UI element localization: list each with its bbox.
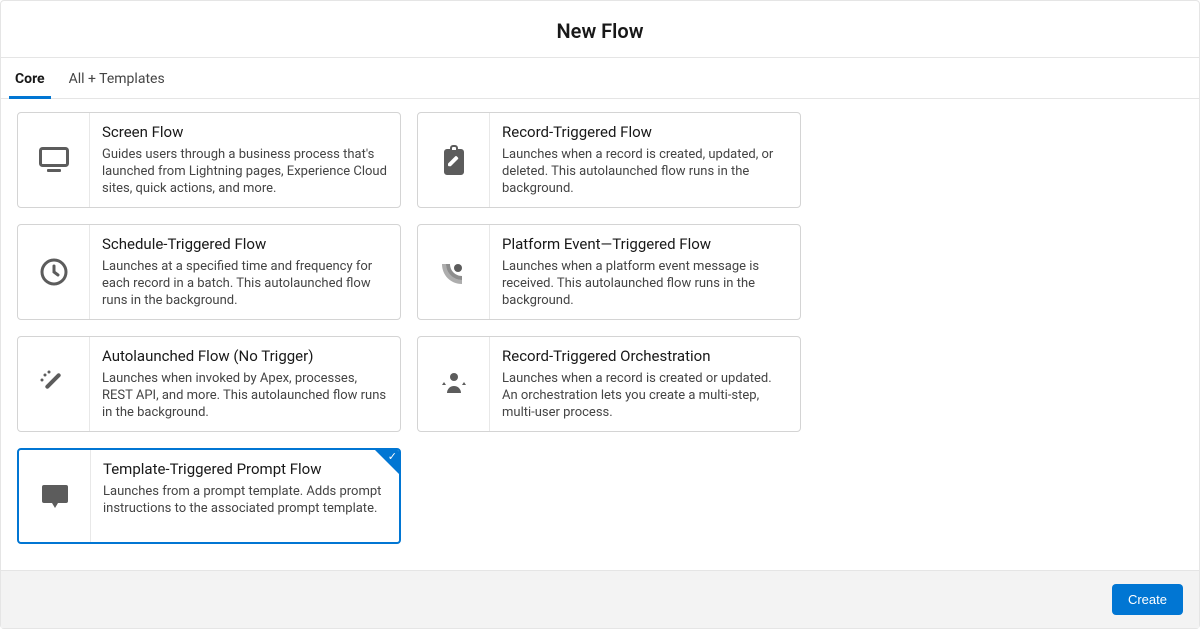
card-platform-event-flow[interactable]: Platform Event—Triggered Flow Launches w…	[417, 224, 801, 320]
content-area: Screen Flow Guides users through a busin…	[1, 99, 1199, 570]
screen-icon	[18, 113, 90, 207]
card-desc: Launches at a specified time and frequen…	[102, 259, 388, 309]
tab-all-templates[interactable]: All + Templates	[69, 58, 165, 98]
card-title: Autolaunched Flow (No Trigger)	[102, 347, 388, 365]
card-desc: Launches when a record is created, updat…	[502, 147, 788, 197]
magic-wand-icon	[18, 337, 90, 431]
card-record-triggered-flow[interactable]: Record-Triggered Flow Launches when a re…	[417, 112, 801, 208]
card-template-triggered-prompt-flow[interactable]: ✓ Template-Triggered Prompt Flow Launche…	[17, 448, 401, 544]
card-autolaunched-flow[interactable]: Autolaunched Flow (No Trigger) Launches …	[17, 336, 401, 432]
card-desc: Launches when a record is created or upd…	[502, 371, 788, 421]
satellite-icon	[418, 225, 490, 319]
tab-bar: Core All + Templates	[1, 58, 1199, 99]
modal-footer: Create	[1, 570, 1199, 628]
card-screen-flow[interactable]: Screen Flow Guides users through a busin…	[17, 112, 401, 208]
card-record-triggered-orchestration[interactable]: Record-Triggered Orchestration Launches …	[417, 336, 801, 432]
card-title: Platform Event—Triggered Flow	[502, 235, 788, 253]
tab-core[interactable]: Core	[15, 58, 45, 98]
card-desc: Launches when invoked by Apex, processes…	[102, 371, 388, 421]
card-title: Record-Triggered Orchestration	[502, 347, 788, 365]
card-title: Schedule-Triggered Flow	[102, 235, 388, 253]
modal-header: New Flow	[1, 1, 1199, 58]
clipboard-edit-icon	[418, 113, 490, 207]
card-desc: Guides users through a business process …	[102, 147, 388, 197]
clock-icon	[18, 225, 90, 319]
create-button[interactable]: Create	[1112, 584, 1183, 615]
card-schedule-triggered-flow[interactable]: Schedule-Triggered Flow Launches at a sp…	[17, 224, 401, 320]
card-title: Screen Flow	[102, 123, 388, 141]
modal-title: New Flow	[1, 19, 1199, 43]
card-desc: Launches from a prompt template. Adds pr…	[103, 484, 387, 518]
orchestration-icon	[418, 337, 490, 431]
check-icon: ✓	[388, 451, 397, 462]
flow-type-grid: Screen Flow Guides users through a busin…	[17, 112, 1183, 544]
prompt-icon	[19, 450, 91, 542]
card-title: Template-Triggered Prompt Flow	[103, 460, 387, 478]
new-flow-modal: New Flow Core All + Templates Screen Flo…	[0, 0, 1200, 629]
card-title: Record-Triggered Flow	[502, 123, 788, 141]
card-desc: Launches when a platform event message i…	[502, 259, 788, 309]
